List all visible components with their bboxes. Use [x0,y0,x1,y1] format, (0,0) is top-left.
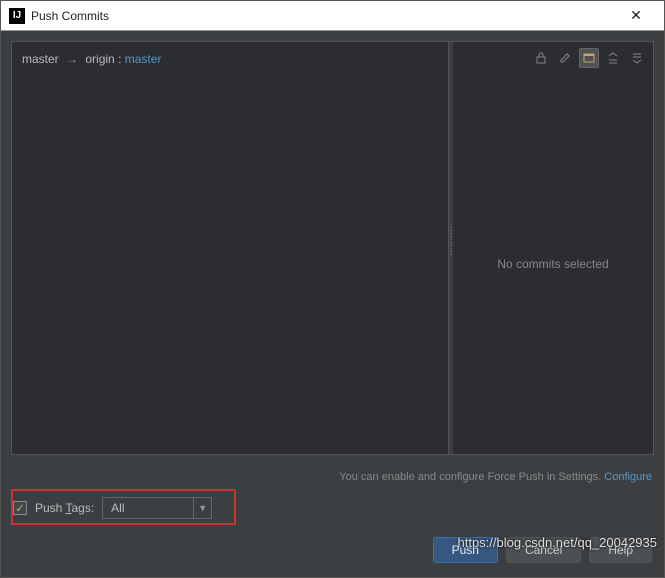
hint-text: You can enable and configure Force Push … [339,471,604,483]
push-commits-dialog: IJ Push Commits ✕ master → origin : mast… [0,0,665,578]
remote-name: origin [85,52,114,66]
button-row: Push Cancel Help [1,527,664,577]
close-button[interactable]: ✕ [616,1,656,31]
push-tags-select[interactable]: All ▼ [102,497,212,519]
configure-link[interactable]: Configure [604,471,652,483]
empty-state-text: No commits selected [453,74,653,454]
cancel-button[interactable]: Cancel [506,537,581,563]
lock-icon[interactable] [531,48,551,68]
branch-spec[interactable]: master → origin : master [22,52,438,66]
push-tags-label: Push Tags: [35,501,94,515]
arrow-icon: → [66,52,78,66]
collapse-icon[interactable] [627,48,647,68]
chevron-down-icon[interactable]: ▼ [193,498,211,518]
details-toolbar [453,42,653,74]
main-area: master → origin : master No commits sele… [11,41,654,455]
label-post: ags: [71,501,94,515]
window-title: Push Commits [31,9,616,23]
remote-branch-link[interactable]: master [125,52,162,66]
app-icon: IJ [9,8,25,24]
commits-tree-panel[interactable]: master → origin : master [12,42,449,454]
titlebar: IJ Push Commits ✕ [1,1,664,31]
splitter[interactable] [449,42,453,454]
preview-icon[interactable] [579,48,599,68]
push-button[interactable]: Push [433,537,498,563]
expand-icon[interactable] [603,48,623,68]
options-row: ✓ Push Tags: All ▼ [1,489,664,527]
edit-icon[interactable] [555,48,575,68]
local-branch: master [22,52,59,66]
select-value: All [103,501,193,515]
colon: : [118,52,121,66]
label-pre: Push [35,501,65,515]
force-push-hint: You can enable and configure Force Push … [1,465,664,489]
details-panel: No commits selected [453,42,653,454]
help-button[interactable]: Help [589,537,652,563]
push-tags-checkbox[interactable]: ✓ [13,501,27,515]
dialog-body: master → origin : master No commits sele… [1,31,664,577]
